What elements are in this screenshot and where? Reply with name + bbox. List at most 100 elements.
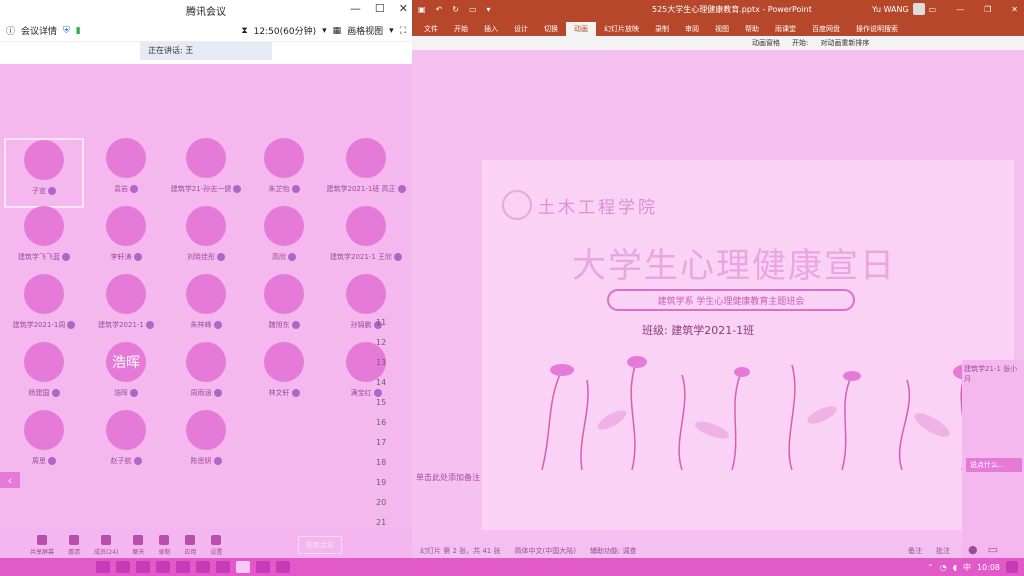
slide-thumbnail-number[interactable]: 12 (376, 338, 386, 347)
slide-canvas[interactable]: 土木工程学院 大学生心理健康宣日 建筑学系 学生心理健康教育主题班会 班级: 建… (482, 160, 1014, 530)
ribbon-display-icon[interactable]: ▭ (929, 5, 937, 14)
participant-tile[interactable]: 建筑学21-孙志一健 (166, 138, 246, 208)
volume-icon[interactable]: ◖ (953, 563, 957, 572)
notes-app-icon[interactable] (156, 561, 170, 573)
share-screen-button[interactable]: 共享屏幕 (30, 535, 54, 556)
apps-button[interactable]: 应用 (184, 535, 196, 556)
participant-tile[interactable]: 建筑学2021-1周 (4, 274, 84, 344)
members-button[interactable]: 成员(24) (94, 535, 118, 556)
shield-icon[interactable]: ⛨ (63, 26, 70, 36)
slide-thumbnail-number[interactable]: 18 (376, 458, 386, 467)
maximize-button[interactable]: ☐ (375, 2, 385, 15)
tab-4[interactable]: 切换 (536, 22, 566, 36)
minimize-button[interactable]: — (956, 5, 964, 14)
participant-tile[interactable]: 孙锦鹏 (326, 274, 406, 344)
participant-tile[interactable]: 袁岩 (86, 138, 166, 208)
close-button[interactable]: ✕ (1011, 5, 1018, 14)
restore-button[interactable]: ❐ (984, 5, 991, 14)
slide-thumbnail-number[interactable]: 11 (376, 318, 386, 327)
notification-icon[interactable] (1006, 561, 1018, 573)
slide-thumbnail-number[interactable]: 15 (376, 398, 386, 407)
avatar[interactable] (912, 3, 925, 15)
ime-indicator[interactable]: 中 (963, 562, 971, 573)
participant-tile[interactable]: 刘晓佳彤 (166, 206, 246, 276)
tab-5[interactable]: 动画 (566, 22, 596, 36)
share-icon[interactable]: ▭ (988, 543, 998, 556)
mic-icon[interactable]: ● (968, 543, 978, 556)
tab-11[interactable]: 雨课堂 (767, 22, 804, 36)
tab-2[interactable]: 插入 (476, 22, 506, 36)
animation-pane-button[interactable]: 动画窗格 (752, 38, 780, 48)
clock[interactable]: 10:08 (977, 563, 1000, 572)
slide-thumbnail-number[interactable]: 14 (376, 378, 386, 387)
participant-tile[interactable]: 魏旭东 (244, 274, 324, 344)
undo-icon[interactable]: ↶ (436, 5, 443, 14)
reorder-label[interactable]: 对动画重新排序 (820, 38, 869, 48)
tab-0[interactable]: 文件 (416, 22, 446, 36)
redo-icon[interactable]: ↻ (452, 5, 459, 14)
slide-thumbnail-number[interactable]: 13 (376, 358, 386, 367)
tab-7[interactable]: 录制 (647, 22, 677, 36)
slide-thumbnail-number[interactable]: 19 (376, 478, 386, 487)
participant-tile[interactable]: 建筑学2021-1班 高正 (326, 138, 406, 208)
save-icon[interactable]: ▣ (418, 5, 426, 14)
store-icon[interactable] (136, 561, 150, 573)
record-button[interactable]: 录制 (158, 535, 170, 556)
chat-input[interactable]: 说点什么... (966, 458, 1022, 472)
powerpoint-icon[interactable] (236, 561, 250, 573)
browser-icon[interactable] (196, 561, 210, 573)
chevron-up-icon[interactable]: ⌃ (927, 563, 934, 572)
participant-tile[interactable]: 李轩涛 (86, 206, 166, 276)
view-toggle-button[interactable]: 画格视图 (347, 24, 383, 37)
participant-tile[interactable]: 林文轩 (244, 342, 324, 412)
network-icon[interactable]: ◔ (940, 563, 947, 572)
participant-tile[interactable]: 建筑学2021-1 (86, 274, 166, 344)
participant-tile[interactable]: 浩晖 浩晖 (86, 342, 166, 412)
file-explorer-icon[interactable] (116, 561, 130, 573)
participant-tile[interactable]: 建筑学飞飞蓝 (4, 206, 84, 276)
slide-thumbnail-number[interactable]: 16 (376, 418, 386, 427)
notes-button[interactable]: 备注 (908, 546, 922, 556)
participant-tile[interactable]: 陈思妍 (166, 410, 246, 480)
fullscreen-icon[interactable]: ⛶ (400, 26, 406, 36)
close-button[interactable]: ✕ (399, 2, 408, 15)
app-icon[interactable] (256, 561, 270, 573)
language-status[interactable]: 简体中文(中国大陆) (515, 546, 576, 556)
accessibility-status[interactable]: 辅助功能: 调查 (590, 546, 637, 556)
tab-3[interactable]: 设计 (506, 22, 536, 36)
tencent-meeting-icon[interactable] (216, 561, 230, 573)
chat-button[interactable]: 聊天 (132, 535, 144, 556)
settings-button[interactable]: 设置 (210, 535, 222, 556)
comments-button[interactable]: 批注 (936, 546, 950, 556)
meeting-timer[interactable]: 12:50(60分钟) (254, 24, 316, 37)
tab-8[interactable]: 审阅 (677, 22, 707, 36)
customize-qat-icon[interactable]: ▾ (487, 5, 491, 14)
tab-9[interactable]: 视图 (707, 22, 737, 36)
user-name[interactable]: Yu WANG (872, 5, 909, 14)
participant-tile[interactable]: 杨建国 (4, 342, 84, 412)
slide-thumbnail-number[interactable]: 17 (376, 438, 386, 447)
start-app-icon[interactable] (96, 561, 110, 573)
app-icon[interactable] (276, 561, 290, 573)
participant-tile[interactable]: 高欣 (244, 206, 324, 276)
participant-tile[interactable]: 满宝红 (326, 342, 406, 412)
tab-13[interactable]: 操作说明搜索 (848, 22, 906, 36)
tab-1[interactable]: 开始 (446, 22, 476, 36)
tab-10[interactable]: 帮助 (737, 22, 767, 36)
participant-tile[interactable]: 周雨涵 (166, 342, 246, 412)
participant-tile[interactable]: 子宣 (4, 138, 84, 208)
meeting-info-button[interactable]: 会议详情 (21, 24, 57, 37)
participant-tile[interactable]: 朱芷怡 (244, 138, 324, 208)
participant-tile[interactable]: 赵子航 (86, 410, 166, 480)
participant-tile[interactable]: 周思 (4, 410, 84, 480)
slide-thumbnail-number[interactable]: 21 (376, 518, 386, 527)
chevron-down-icon[interactable]: ▾ (389, 26, 394, 36)
participant-tile[interactable]: 朱梓峰 (166, 274, 246, 344)
tab-12[interactable]: 百度网盘 (804, 22, 848, 36)
tab-6[interactable]: 幻灯片放映 (596, 22, 647, 36)
notes-placeholder[interactable]: 单击此处添加备注 (412, 472, 480, 483)
collapse-arrow-icon[interactable]: ‹ (0, 472, 20, 488)
end-meeting-button[interactable]: 结束会议 (298, 536, 342, 554)
present-icon[interactable]: ▭ (469, 5, 477, 14)
chevron-down-icon[interactable]: ▾ (322, 26, 327, 36)
